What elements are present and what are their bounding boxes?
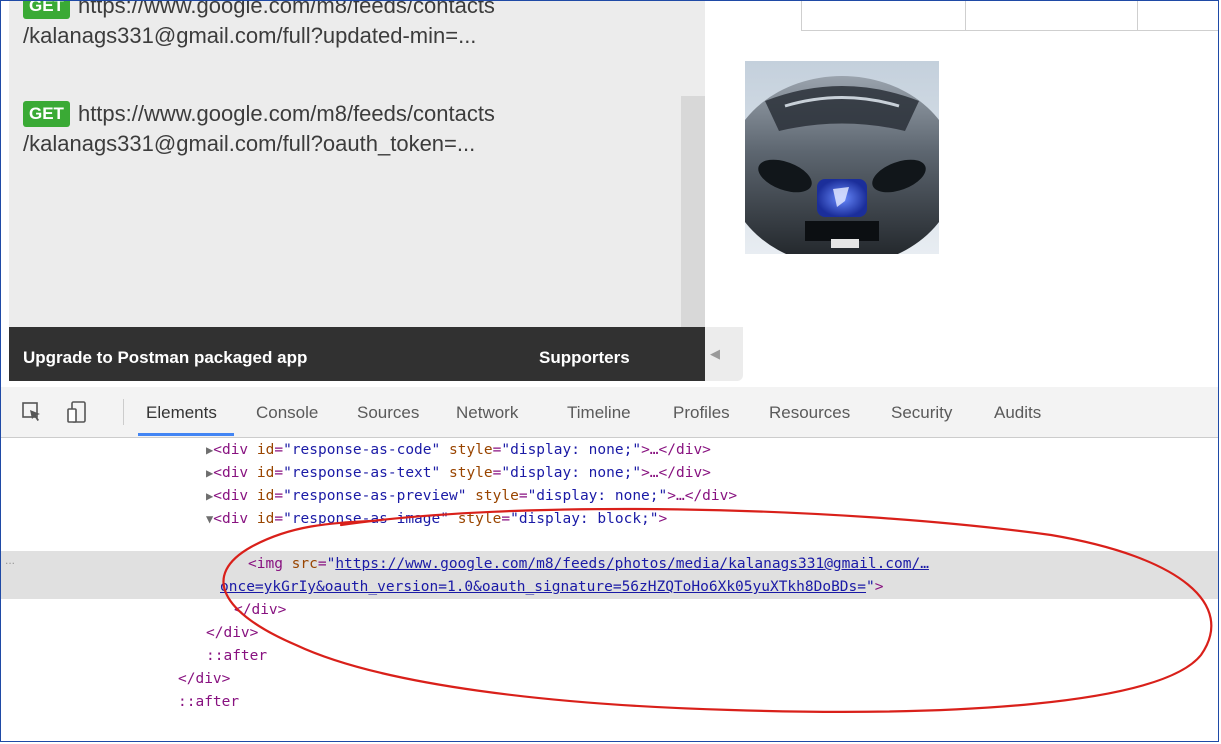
upgrade-link[interactable]: Upgrade to Postman packaged app — [23, 348, 307, 368]
device-mode-icon[interactable] — [67, 401, 89, 428]
sidebar-scrollbar[interactable] — [681, 96, 705, 327]
car-front-image — [745, 61, 939, 254]
tab-network[interactable]: Network — [456, 403, 518, 423]
pseudo-element-after[interactable]: ::after — [178, 691, 239, 714]
postman-footer: Upgrade to Postman packaged app Supporte… — [9, 327, 705, 381]
devtools-toolbar: Elements Console Sources Network Timelin… — [1, 387, 1218, 438]
toolbar-divider — [123, 399, 124, 425]
method-badge: GET — [23, 1, 70, 19]
pseudo-element-after[interactable]: ::after — [206, 645, 267, 668]
collapse-arrow-icon: ◀ — [710, 346, 720, 361]
response-table-stub — [801, 1, 1218, 31]
tab-security[interactable]: Security — [891, 403, 952, 423]
tab-timeline[interactable]: Timeline — [567, 403, 631, 423]
supporters-link[interactable]: Supporters — [539, 348, 630, 368]
active-tab-indicator — [138, 433, 234, 436]
dom-node[interactable]: ▶<div id="response-as-text" style="displ… — [206, 462, 711, 485]
selected-node-dots: ... — [5, 553, 16, 567]
dom-node[interactable]: ▶<div id="response-as-code" style="displ… — [206, 439, 711, 462]
devtools-panel: Elements Console Sources Network Timelin… — [1, 387, 1218, 741]
close-tag: </div> — [178, 671, 231, 687]
close-tag: </div> — [234, 602, 287, 618]
history-sidebar: GET https://www.google.com/m8/feeds/conta… — [9, 1, 705, 327]
tab-resources[interactable]: Resources — [769, 403, 850, 423]
screenshot-frame: GET https://www.google.com/m8/feeds/conta… — [0, 0, 1219, 742]
img-src-link[interactable]: https://www.google.com/m8/feeds/photos/m… — [335, 556, 929, 572]
tab-profiles[interactable]: Profiles — [673, 403, 730, 423]
tab-audits[interactable]: Audits — [994, 403, 1041, 423]
dom-node[interactable]: ▶<div id="response-as-preview" style="di… — [206, 485, 737, 508]
dom-node-expanded[interactable]: ▼<div id="response-as-image" style="disp… — [206, 508, 667, 531]
history-url-continued: /kalanags331@gmail.com/full?updated-min=… — [23, 23, 477, 48]
tab-console[interactable]: Console — [256, 403, 318, 423]
sidebar-collapse-tab[interactable]: ◀ — [705, 327, 743, 381]
method-badge: GET — [23, 101, 70, 127]
tab-sources[interactable]: Sources — [357, 403, 419, 423]
history-item[interactable]: GET https://www.google.com/m8/feeds/conta… — [23, 1, 495, 51]
tab-elements[interactable]: Elements — [146, 403, 217, 423]
img-node[interactable]: <img src="https://www.google.com/m8/feed… — [248, 553, 929, 576]
close-tag: </div> — [206, 625, 259, 641]
history-url-continued: /kalanags331@gmail.com/full?oauth_token=… — [23, 131, 476, 156]
response-image-preview — [745, 61, 939, 254]
inspect-element-icon[interactable] — [21, 401, 43, 428]
img-node-continued[interactable]: once=ykGrIy&oauth_version=1.0&oauth_sign… — [220, 576, 883, 599]
history-url: https://www.google.com/m8/feeds/contacts — [77, 101, 495, 126]
img-src-link-continued[interactable]: once=ykGrIy&oauth_version=1.0&oauth_sign… — [220, 579, 866, 595]
history-item[interactable]: GET https://www.google.com/m8/feeds/conta… — [23, 99, 495, 159]
history-url: https://www.google.com/m8/feeds/contacts — [77, 1, 495, 18]
